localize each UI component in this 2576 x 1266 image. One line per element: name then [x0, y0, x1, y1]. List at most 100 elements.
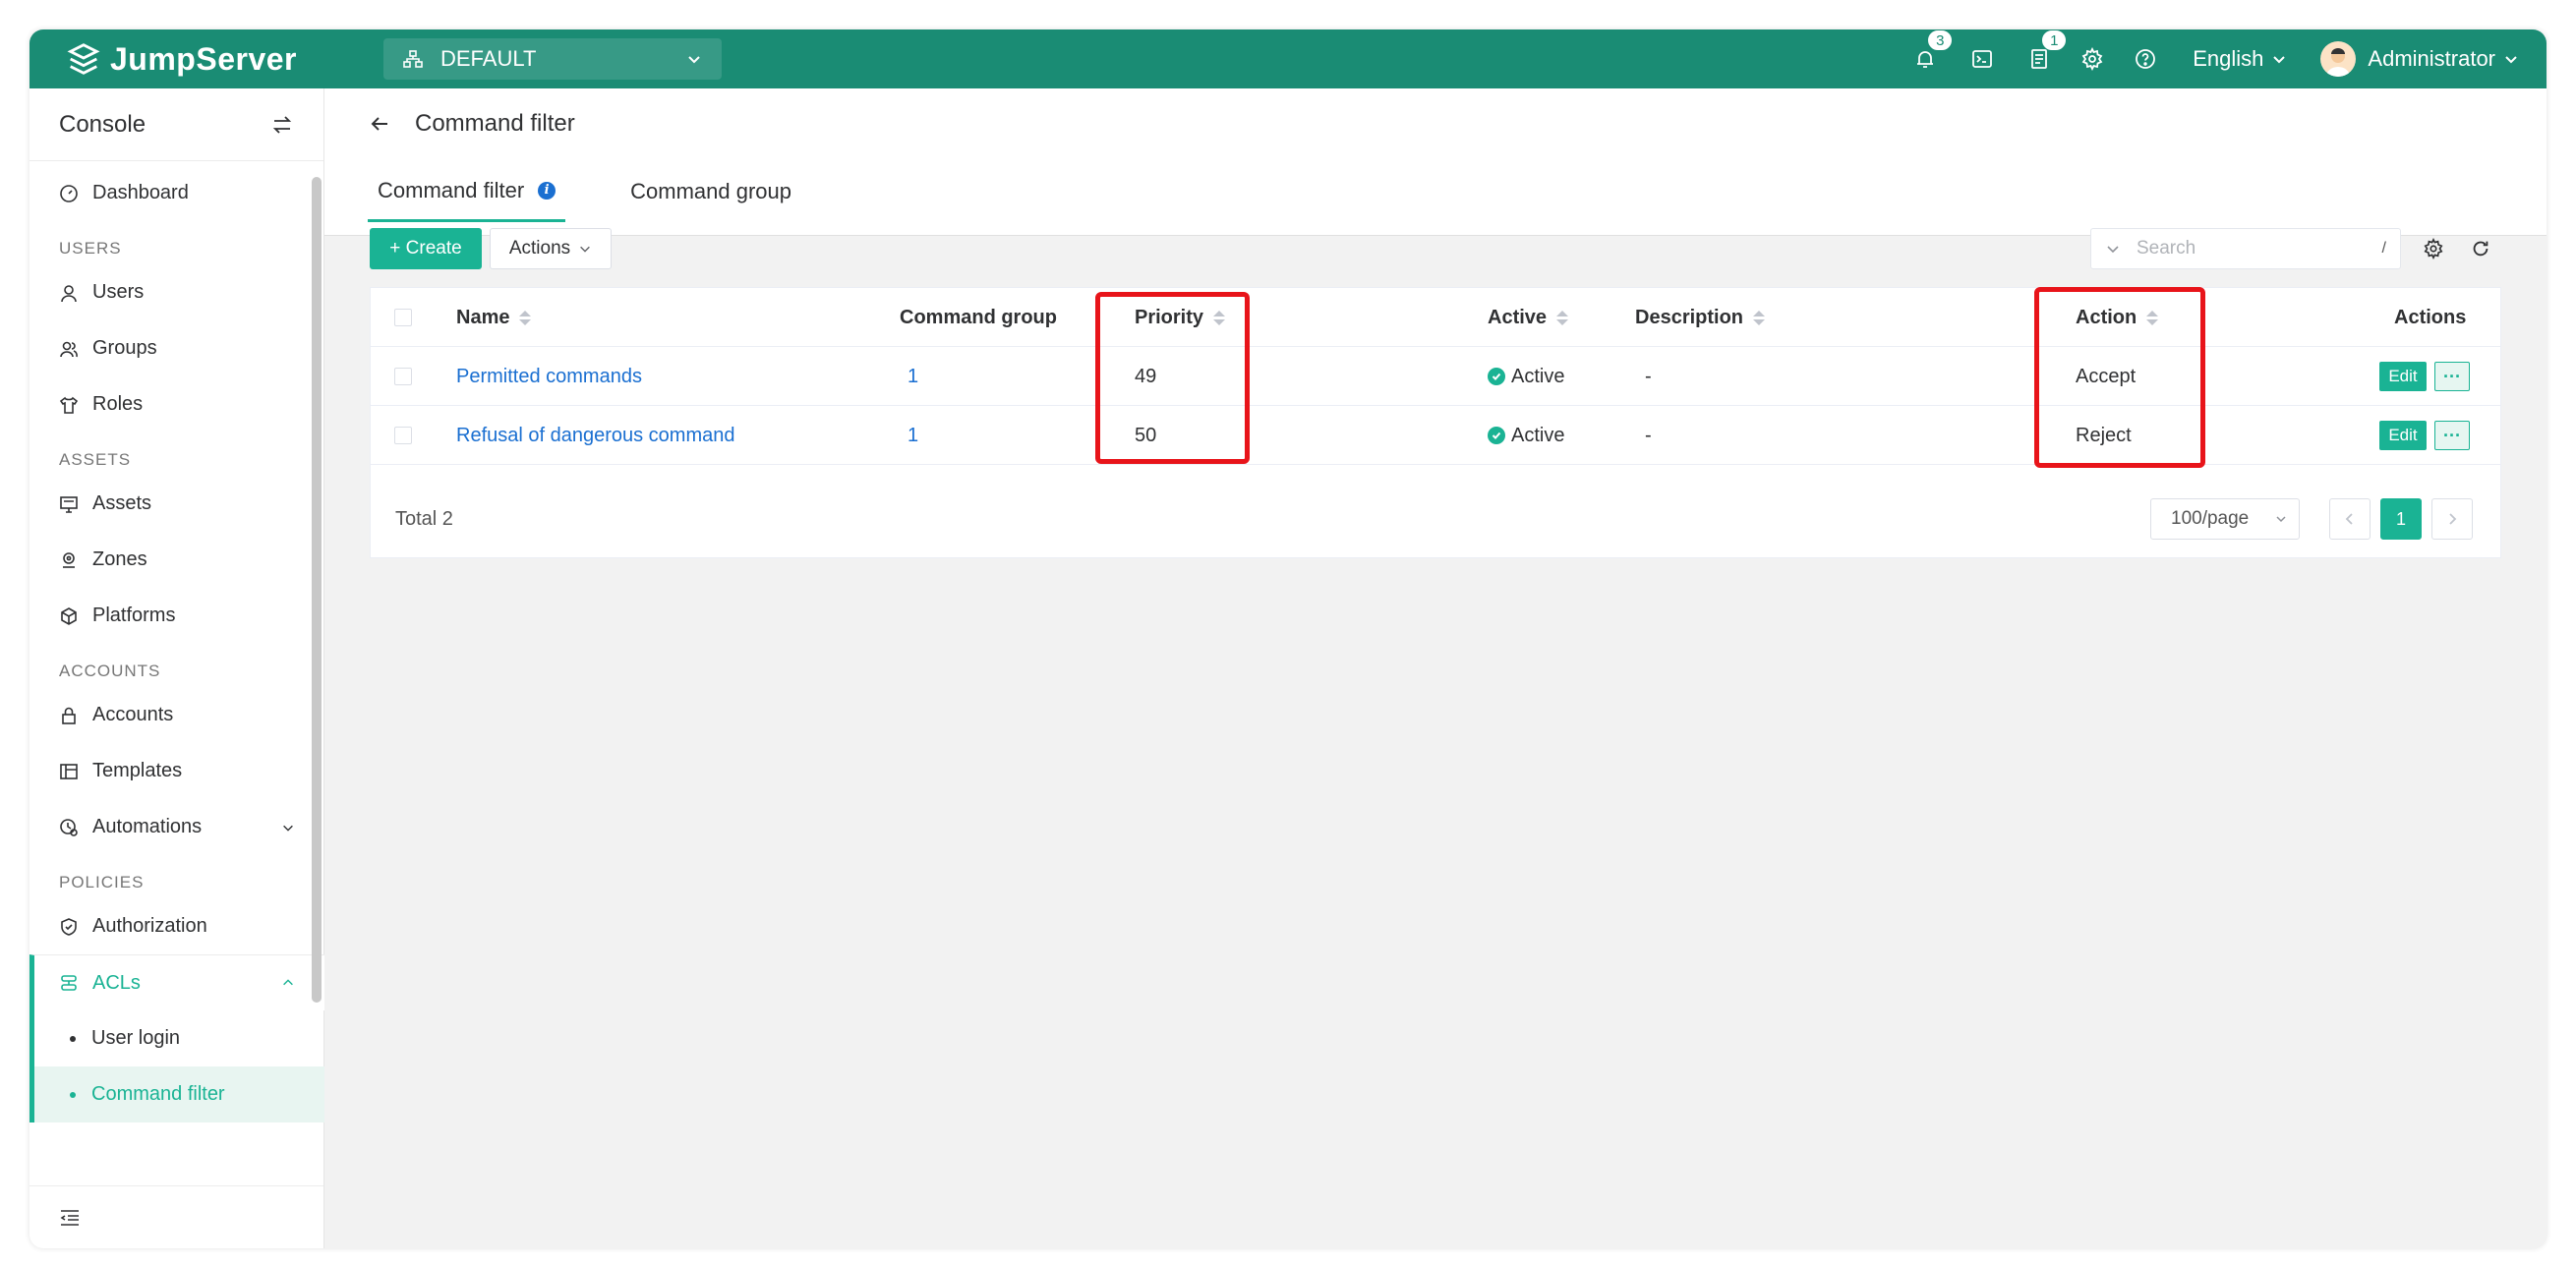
- sidebar-item-label: Roles: [92, 393, 144, 415]
- sidebar-item-platforms[interactable]: Platforms: [29, 588, 324, 644]
- document-icon: [2031, 49, 2048, 69]
- sort-icon[interactable]: [1556, 310, 1569, 325]
- sidebar-item-dashboard[interactable]: Dashboard: [29, 165, 324, 221]
- select-all-checkbox[interactable]: [394, 309, 412, 326]
- create-button[interactable]: + Create: [370, 228, 482, 269]
- sidebar-item-templates[interactable]: Templates: [29, 743, 324, 799]
- tab-command-filter[interactable]: Command filter i: [368, 161, 566, 222]
- language-selector[interactable]: English: [2193, 46, 2287, 72]
- page-number-button[interactable]: 1: [2380, 498, 2422, 540]
- language-label: English: [2193, 46, 2264, 71]
- notification-button[interactable]: 3: [1911, 29, 1954, 73]
- org-tree-icon: [403, 50, 423, 68]
- prev-page-button[interactable]: [2329, 498, 2371, 540]
- ticket-badge: 1: [2041, 29, 2068, 51]
- action-highlight-box: [2034, 287, 2205, 468]
- switch-view-icon[interactable]: [270, 113, 294, 137]
- header-actions: 3 1 English Administrator: [1888, 29, 2519, 88]
- org-name: DEFAULT: [440, 46, 537, 71]
- check-circle-icon: [1488, 427, 1505, 444]
- user-icon: [61, 284, 77, 302]
- logo[interactable]: JumpServer: [65, 40, 360, 78]
- more-actions-button[interactable]: ···: [2434, 421, 2470, 450]
- column-header-active[interactable]: Active: [1488, 288, 1569, 347]
- avatar: [2320, 41, 2357, 77]
- row-checkbox[interactable]: [394, 368, 412, 385]
- sidebar-title: Console: [59, 110, 146, 138]
- sidebar-item-automations[interactable]: Automations: [29, 799, 324, 855]
- row-checkbox[interactable]: [394, 427, 412, 444]
- sidebar-scrollbar[interactable]: [312, 177, 322, 1003]
- actions-dropdown[interactable]: Actions: [490, 228, 612, 269]
- bell-icon: [1917, 51, 1934, 68]
- sidebar-item-zones[interactable]: Zones: [29, 532, 324, 588]
- chevron-down-icon: [2273, 56, 2286, 64]
- sidebar-item-assets[interactable]: Assets: [29, 476, 324, 532]
- sidebar-item-groups[interactable]: Groups: [29, 320, 324, 376]
- collapse-menu-icon[interactable]: [59, 1207, 81, 1229]
- row-name-link[interactable]: Permitted commands: [456, 366, 642, 388]
- settings-button[interactable]: [2078, 45, 2106, 73]
- column-header-actions: Actions: [2394, 288, 2466, 347]
- sidebar-item-acls[interactable]: ACLs: [29, 954, 324, 1010]
- chevron-down-icon: [2505, 56, 2517, 64]
- acl-icon: [61, 975, 77, 991]
- top-bar: JumpServer DEFAULT 3 1 English Administr…: [29, 29, 2547, 88]
- dashboard-gauge-icon: [60, 184, 78, 202]
- page-size-select[interactable]: 100/page: [2150, 498, 2300, 540]
- terminal-icon: [1972, 50, 1993, 68]
- sort-icon[interactable]: [519, 310, 532, 325]
- next-page-button[interactable]: [2431, 498, 2473, 540]
- tab-label: Command group: [630, 179, 792, 203]
- tickets-button[interactable]: 1: [2025, 29, 2068, 73]
- terminal-button[interactable]: [1968, 45, 1996, 73]
- user-menu[interactable]: Administrator: [2320, 41, 2519, 77]
- row-description: -: [1645, 424, 1652, 446]
- check-circle-icon: [1488, 368, 1505, 385]
- sidebar-item-roles[interactable]: Roles: [29, 376, 324, 432]
- org-selector[interactable]: DEFAULT: [383, 38, 722, 80]
- chevron-down-icon[interactable]: [2105, 241, 2121, 257]
- sidebar-item-label: Platforms: [92, 604, 176, 626]
- brand-name: JumpServer: [110, 40, 297, 77]
- title-row: Command filter: [368, 110, 575, 138]
- gear-icon[interactable]: [2423, 238, 2444, 259]
- priority-highlight-box: [1095, 292, 1250, 464]
- sidebar-item-label: User login: [91, 1027, 181, 1049]
- help-button[interactable]: [2132, 45, 2159, 73]
- chevron-up-icon: [283, 979, 293, 986]
- sidebar-item-command-filter[interactable]: Command filter: [29, 1066, 324, 1122]
- column-header-name[interactable]: Name: [456, 288, 532, 347]
- row-command-group-link[interactable]: 1: [907, 425, 918, 447]
- sidebar-item-user-login[interactable]: User login: [29, 1010, 324, 1066]
- info-icon[interactable]: i: [538, 181, 556, 200]
- tab-command-group[interactable]: Command group: [620, 161, 801, 222]
- avatar-face-icon: [2326, 48, 2351, 77]
- row-select-cell: [394, 347, 412, 406]
- actions-label: Actions: [508, 238, 571, 259]
- sidebar-item-users[interactable]: Users: [29, 264, 324, 320]
- row-name-link[interactable]: Refusal of dangerous command: [456, 425, 735, 447]
- sidebar-item-accounts[interactable]: Accounts: [29, 687, 324, 743]
- sidebar-nav: Dashboard USERS Users Groups Roles ASSET…: [29, 161, 324, 1150]
- shirt-icon: [59, 396, 79, 414]
- column-header-description[interactable]: Description: [1635, 288, 1766, 347]
- edit-button[interactable]: Edit: [2379, 421, 2427, 450]
- back-arrow-icon[interactable]: [368, 112, 391, 136]
- search-box[interactable]: /: [2090, 228, 2401, 269]
- search-input[interactable]: [2137, 238, 2353, 259]
- user-name: Administrator: [2368, 46, 2495, 71]
- edit-button[interactable]: Edit: [2379, 362, 2427, 391]
- more-actions-button[interactable]: ···: [2434, 362, 2470, 391]
- sidebar-item-label: Templates: [92, 760, 183, 781]
- help-circle-icon: [2136, 49, 2156, 69]
- refresh-icon[interactable]: [2470, 238, 2491, 259]
- total-count: Total 2: [395, 508, 453, 530]
- sidebar-item-authorization[interactable]: Authorization: [29, 898, 324, 954]
- chevron-left-icon: [2345, 513, 2353, 525]
- sort-icon[interactable]: [1753, 310, 1766, 325]
- nav-group-accounts: ACCOUNTS: [59, 662, 161, 680]
- sidebar-item-label: Assets: [92, 492, 152, 514]
- row-command-group-link[interactable]: 1: [907, 366, 918, 388]
- bullet-icon: [70, 1091, 76, 1098]
